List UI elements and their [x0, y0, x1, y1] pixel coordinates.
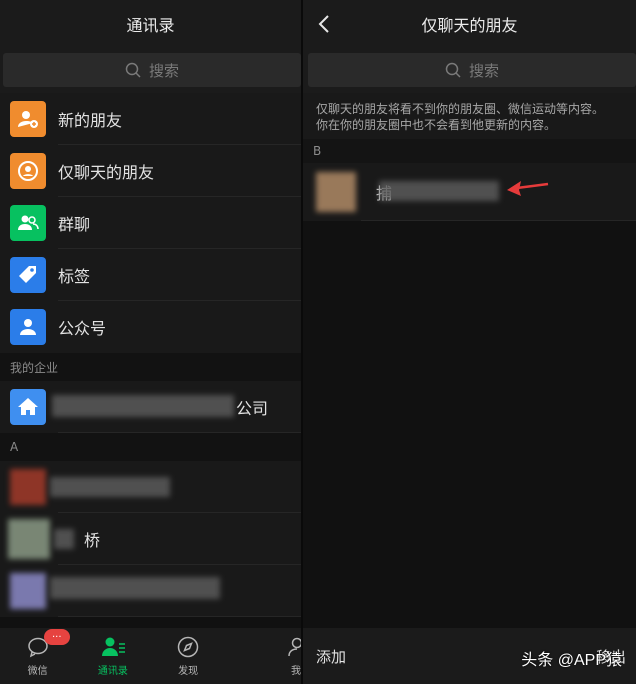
info-line: 仅聊天的朋友将看不到你的朋友圈、微信运动等内容。	[316, 102, 605, 116]
tab-label: 我	[291, 666, 301, 677]
person-icon	[288, 637, 301, 657]
search-icon	[125, 62, 141, 78]
contact-row[interactable]: 捕	[303, 163, 636, 221]
menu-item-label: 标签	[58, 267, 91, 286]
tab-contacts[interactable]: 通讯录	[75, 628, 150, 684]
chat-only-icon	[10, 153, 46, 189]
section-header-a: A	[0, 433, 301, 461]
enterprise-item[interactable]: 公司	[0, 381, 301, 433]
watermark: 头条 @APP猿	[521, 652, 622, 669]
compass-icon	[177, 636, 199, 658]
pointer-arrow-icon	[507, 181, 549, 196]
redacted-name	[50, 577, 220, 599]
search-placeholder: 搜索	[468, 61, 499, 80]
tab-label: 通讯录	[97, 666, 128, 677]
search-bar: 搜索	[0, 48, 301, 93]
bottom-tab-bar: ··· 微信 通讯录 发现 我	[0, 628, 301, 684]
section-header-b: B	[303, 139, 636, 163]
contact-row[interactable]	[0, 565, 301, 617]
tab-me[interactable]: 我	[226, 628, 301, 684]
contact-row[interactable]	[0, 461, 301, 513]
contacts-panel: 通讯录 搜索 新的朋友 仅聊天的朋友 群聊 标签 公众号 我的企业 公司 A 桥…	[0, 0, 301, 684]
section-header-enterprise: 我的企业	[0, 353, 301, 381]
back-arrow-icon[interactable]	[313, 12, 337, 36]
tag-icon	[10, 257, 46, 293]
redacted-avatar	[8, 519, 50, 559]
info-description: 仅聊天的朋友将看不到你的朋友圈、微信运动等内容。 你在你的朋友圈中也不会看到他更…	[303, 93, 636, 139]
redacted-name	[50, 477, 170, 497]
official-account-icon	[10, 309, 46, 345]
tab-label: 发现	[178, 666, 199, 677]
menu-item-label: 仅聊天的朋友	[58, 163, 155, 182]
tab-discover[interactable]: 发现	[151, 628, 226, 684]
search-bar: 搜索	[303, 48, 636, 93]
home-icon	[10, 389, 46, 425]
search-input[interactable]: 搜索	[3, 53, 301, 87]
enterprise-name-suffix: 公司	[236, 399, 269, 418]
redacted-avatar	[10, 469, 46, 505]
contact-row[interactable]: 桥	[0, 513, 301, 565]
contacts-icon	[101, 637, 125, 656]
page-title: 通讯录	[126, 16, 175, 35]
menu-item-official-accounts[interactable]: 公众号	[0, 301, 301, 353]
menu-item-new-friends[interactable]: 新的朋友	[0, 93, 301, 145]
tab-chats[interactable]: ··· 微信	[0, 628, 75, 684]
contact-name-partial: 桥	[84, 531, 101, 550]
contacts-header: 通讯录	[0, 0, 301, 48]
redacted-name	[379, 181, 499, 201]
redacted-name	[54, 529, 74, 549]
menu-item-label: 公众号	[58, 319, 107, 338]
menu-item-group-chats[interactable]: 群聊	[0, 197, 301, 249]
search-placeholder: 搜索	[148, 61, 179, 80]
search-input[interactable]: 搜索	[308, 53, 636, 87]
menu-item-label: 新的朋友	[58, 111, 123, 130]
tab-label: 微信	[27, 666, 48, 677]
add-friend-icon	[10, 101, 46, 137]
redacted-name	[52, 395, 234, 417]
chat-only-friends-panel: 仅聊天的朋友 搜索 仅聊天的朋友将看不到你的朋友圈、微信运动等内容。 你在你的朋…	[303, 0, 636, 684]
chat-only-header: 仅聊天的朋友	[303, 0, 636, 48]
menu-item-chat-only-friends[interactable]: 仅聊天的朋友	[0, 145, 301, 197]
redacted-avatar	[10, 573, 46, 609]
redacted-avatar	[316, 172, 356, 212]
unread-badge: ···	[44, 629, 70, 645]
page-title: 仅聊天的朋友	[421, 16, 518, 35]
menu-item-tags[interactable]: 标签	[0, 249, 301, 301]
info-line: 你在你的朋友圈中也不会看到他更新的内容。	[316, 118, 557, 132]
menu-item-label: 群聊	[58, 215, 91, 234]
search-icon	[445, 62, 461, 78]
add-button[interactable]: 添加	[316, 646, 346, 667]
group-chat-icon	[10, 205, 46, 241]
